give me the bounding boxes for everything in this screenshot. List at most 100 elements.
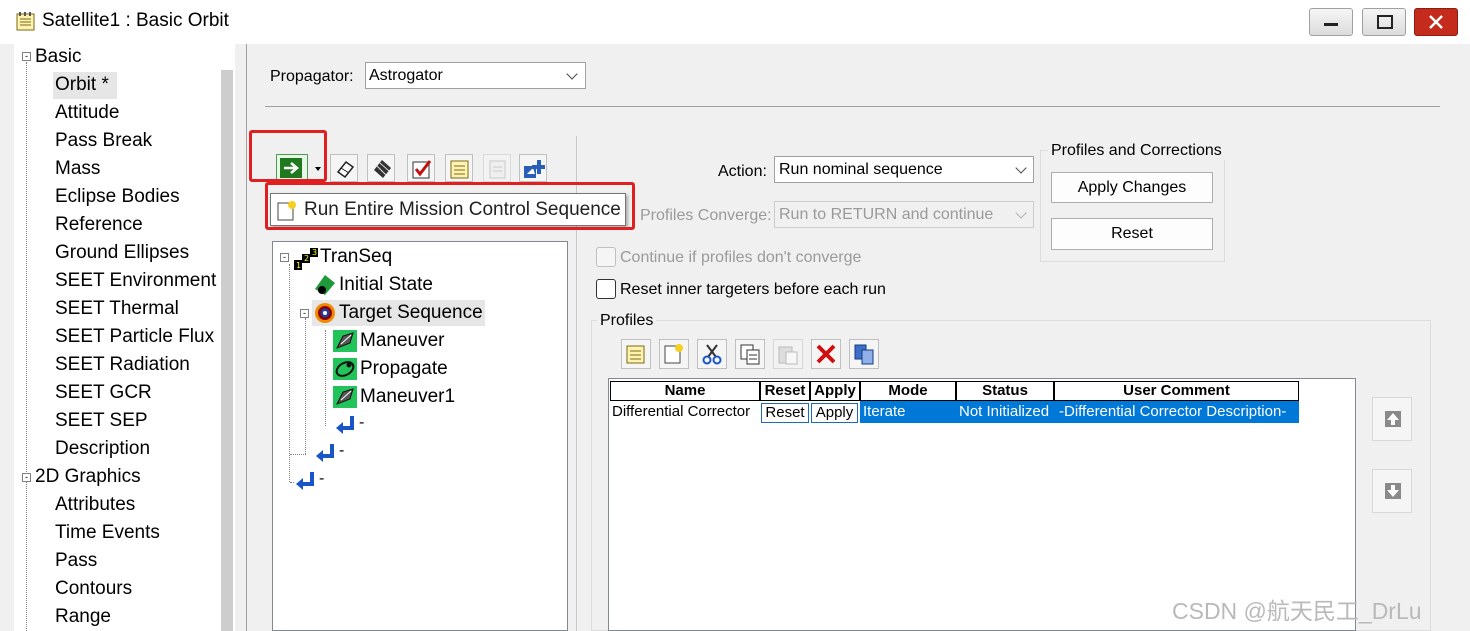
tree-item-seet-environment[interactable]: SEET Environment bbox=[55, 267, 216, 295]
propagator-select[interactable]: Astrogator bbox=[365, 62, 586, 89]
change-profile-button[interactable] bbox=[849, 339, 879, 369]
tree-item-contours[interactable]: Contours bbox=[55, 575, 132, 603]
action-value: Run nominal sequence bbox=[779, 161, 943, 178]
column-header-name[interactable]: Name bbox=[610, 381, 760, 401]
return-label: - bbox=[339, 442, 345, 459]
mcs-maneuver[interactable]: Maneuver bbox=[360, 330, 445, 352]
reset-button[interactable]: Reset bbox=[1051, 218, 1213, 250]
clear-graphics-button[interactable] bbox=[367, 154, 395, 182]
minimize-icon bbox=[1324, 23, 1338, 26]
tree-group-basic[interactable]: Basic bbox=[35, 43, 81, 71]
action-select[interactable]: Run nominal sequence bbox=[774, 156, 1034, 183]
propagate-icon bbox=[333, 358, 357, 380]
collapse-2d-graphics-icon[interactable]: - bbox=[22, 473, 31, 482]
tree-item-pass-break[interactable]: Pass Break bbox=[55, 127, 152, 155]
minimize-button[interactable] bbox=[1309, 8, 1353, 36]
tree-group-2d-graphics[interactable]: 2D Graphics bbox=[35, 463, 141, 491]
move-up-button[interactable] bbox=[1372, 397, 1412, 441]
scissors-icon bbox=[702, 344, 722, 365]
highlight-box bbox=[249, 130, 327, 182]
mcs-maneuver1[interactable]: Maneuver1 bbox=[360, 386, 455, 408]
tree-item-eclipse-bodies[interactable]: Eclipse Bodies bbox=[55, 183, 180, 211]
row-reset-button[interactable]: Reset bbox=[761, 403, 809, 423]
tree-line bbox=[325, 330, 326, 426]
tree-item-seet-sep[interactable]: SEET SEP bbox=[55, 407, 148, 435]
check-button[interactable] bbox=[407, 154, 435, 182]
tree-item-time-events[interactable]: Time Events bbox=[55, 519, 160, 547]
return-arrow-icon bbox=[296, 472, 314, 490]
tree-item-ground-ellipses[interactable]: Ground Ellipses bbox=[55, 239, 189, 267]
tree-item-seet-gcr[interactable]: SEET GCR bbox=[55, 379, 152, 407]
column-header-mode[interactable]: Mode bbox=[860, 381, 956, 401]
step-button[interactable] bbox=[330, 154, 358, 182]
close-button[interactable] bbox=[1414, 8, 1458, 36]
column-header-apply[interactable]: Apply bbox=[810, 381, 860, 401]
tree-item-pass[interactable]: Pass bbox=[55, 547, 97, 575]
maximize-button[interactable] bbox=[1362, 8, 1406, 36]
arrow-up-icon bbox=[1385, 411, 1401, 427]
profiles-title: Profiles bbox=[597, 312, 657, 330]
return-label: - bbox=[319, 470, 325, 487]
profile-properties-button[interactable] bbox=[621, 339, 651, 369]
mcs-initial-state[interactable]: Initial State bbox=[339, 274, 433, 296]
summary-button[interactable] bbox=[445, 154, 473, 182]
mcs-target-sequence[interactable]: Target Sequence bbox=[339, 302, 483, 324]
profiles-converge-label: Profiles Converge: bbox=[640, 207, 772, 224]
column-header-reset[interactable]: Reset bbox=[760, 381, 810, 401]
chevron-down-icon bbox=[1015, 207, 1027, 219]
column-header-status[interactable]: Status bbox=[956, 381, 1054, 401]
cell-mode[interactable]: Iterate bbox=[860, 401, 956, 423]
target-icon bbox=[315, 303, 335, 323]
tree-item-mass[interactable]: Mass bbox=[55, 155, 100, 183]
highlight-box bbox=[265, 182, 635, 230]
window-notepad-icon bbox=[16, 11, 36, 31]
cell-user-comment[interactable]: -Differential Corrector Description- bbox=[1054, 401, 1299, 423]
maneuver-icon bbox=[333, 386, 357, 408]
maximize-icon bbox=[1377, 15, 1393, 29]
tree-line bbox=[289, 264, 290, 482]
delete-profile-button[interactable] bbox=[811, 339, 841, 369]
collapse-transeq-icon[interactable]: - bbox=[280, 253, 289, 262]
copy-profile-button[interactable] bbox=[735, 339, 765, 369]
tree-item-seet-particle-flux[interactable]: SEET Particle Flux bbox=[55, 323, 214, 351]
tree-item-range[interactable]: Range bbox=[55, 603, 111, 631]
paste-icon bbox=[778, 346, 798, 365]
tree-scrollbar[interactable] bbox=[221, 70, 233, 631]
window-title: Satellite1 : Basic Orbit bbox=[42, 10, 229, 31]
tree-line bbox=[290, 454, 306, 455]
column-header-user-comment[interactable]: User Comment bbox=[1054, 381, 1299, 401]
profiles-converge-select[interactable]: Run to RETURN and continue bbox=[774, 201, 1034, 228]
row-apply-button[interactable]: Apply bbox=[811, 403, 858, 423]
tree-line bbox=[26, 482, 27, 631]
mcs-propagate[interactable]: Propagate bbox=[360, 358, 448, 380]
tree-item-orbit[interactable]: Orbit * bbox=[55, 71, 109, 99]
tree-item-attitude[interactable]: Attitude bbox=[55, 99, 119, 127]
striped-brush-icon bbox=[374, 160, 391, 178]
paste-profile-button[interactable] bbox=[773, 339, 803, 369]
sequence-icon: 123 bbox=[294, 248, 318, 270]
mcs-root[interactable]: TranSeq bbox=[320, 246, 392, 268]
divider bbox=[265, 106, 1440, 107]
report-button[interactable] bbox=[483, 154, 511, 182]
cell-name[interactable]: Differential Corrector bbox=[610, 401, 760, 423]
tree-item-description[interactable]: Description bbox=[55, 435, 150, 463]
apply-changes-button[interactable]: Apply Changes bbox=[1051, 172, 1213, 203]
profiles-corrections-title: Profiles and Corrections bbox=[1048, 142, 1225, 160]
new-profile-button[interactable] bbox=[659, 339, 689, 369]
tree-item-reference[interactable]: Reference bbox=[55, 211, 143, 239]
collapse-target-sequence-icon[interactable]: - bbox=[300, 309, 309, 318]
cell-status[interactable]: Not Initialized bbox=[956, 401, 1054, 423]
cut-profile-button[interactable] bbox=[697, 339, 727, 369]
reset-inner-checkbox[interactable] bbox=[596, 279, 616, 299]
copy-icon bbox=[740, 344, 760, 365]
tree-item-seet-thermal[interactable]: SEET Thermal bbox=[55, 295, 179, 323]
continue-if-checkbox[interactable] bbox=[596, 247, 616, 267]
tree-item-attributes[interactable]: Attributes bbox=[55, 491, 135, 519]
profiles-converge-value: Run to RETURN and continue bbox=[779, 206, 994, 223]
close-icon bbox=[1429, 15, 1443, 29]
tree-item-seet-radiation[interactable]: SEET Radiation bbox=[55, 351, 190, 379]
collapse-basic-icon[interactable]: - bbox=[22, 52, 31, 61]
move-down-button[interactable] bbox=[1372, 469, 1412, 513]
tree-line bbox=[26, 62, 27, 482]
insert-segment-button[interactable] bbox=[519, 154, 547, 182]
